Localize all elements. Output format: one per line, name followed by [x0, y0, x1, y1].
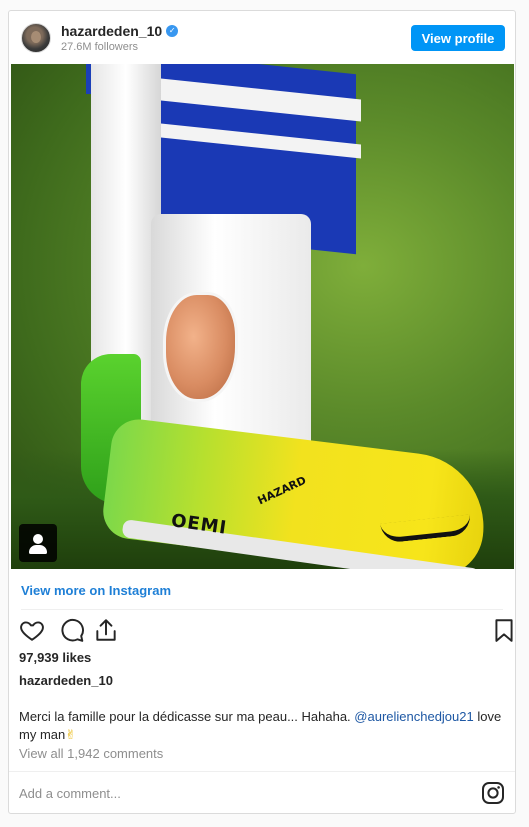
- share-icon[interactable]: [93, 617, 119, 643]
- post-owner[interactable]: hazardeden_10: [19, 673, 113, 688]
- caption-mention[interactable]: @aurelienchedjou21: [354, 709, 473, 724]
- likes-count[interactable]: 97,939 likes: [19, 650, 91, 665]
- caption: Merci la famille pour la dédicasse sur m…: [19, 708, 504, 744]
- user-tag-icon[interactable]: [19, 524, 57, 562]
- verified-icon: ✓: [166, 25, 179, 37]
- action-bar: [17, 617, 513, 643]
- victory-hand-emoji: ✌: [65, 727, 77, 742]
- bookmark-icon[interactable]: [491, 617, 517, 643]
- post-header: hazardeden_10 ✓ 27.6M followers View pro…: [9, 11, 515, 63]
- instagram-icon[interactable]: [481, 781, 505, 805]
- sock-hole: [163, 292, 238, 402]
- view-profile-button[interactable]: View profile: [411, 25, 505, 51]
- post-image[interactable]: OEMI HAZARD: [11, 64, 514, 569]
- instagram-embed-card: hazardeden_10 ✓ 27.6M followers View pro…: [8, 10, 516, 814]
- comment-input[interactable]: [19, 783, 439, 803]
- divider: [21, 609, 503, 610]
- heart-icon[interactable]: [19, 617, 45, 643]
- view-more-link[interactable]: View more on Instagram: [21, 583, 171, 598]
- username[interactable]: hazardeden_10: [61, 23, 162, 39]
- followers-count: 27.6M followers: [61, 41, 139, 53]
- caption-text: Merci la famille pour la dédicasse sur m…: [19, 709, 355, 724]
- view-comments-link[interactable]: View all 1,942 comments: [19, 746, 163, 761]
- username-row: hazardeden_10 ✓: [61, 23, 179, 39]
- avatar[interactable]: [21, 23, 51, 53]
- comment-icon[interactable]: [59, 617, 85, 643]
- divider: [9, 771, 515, 772]
